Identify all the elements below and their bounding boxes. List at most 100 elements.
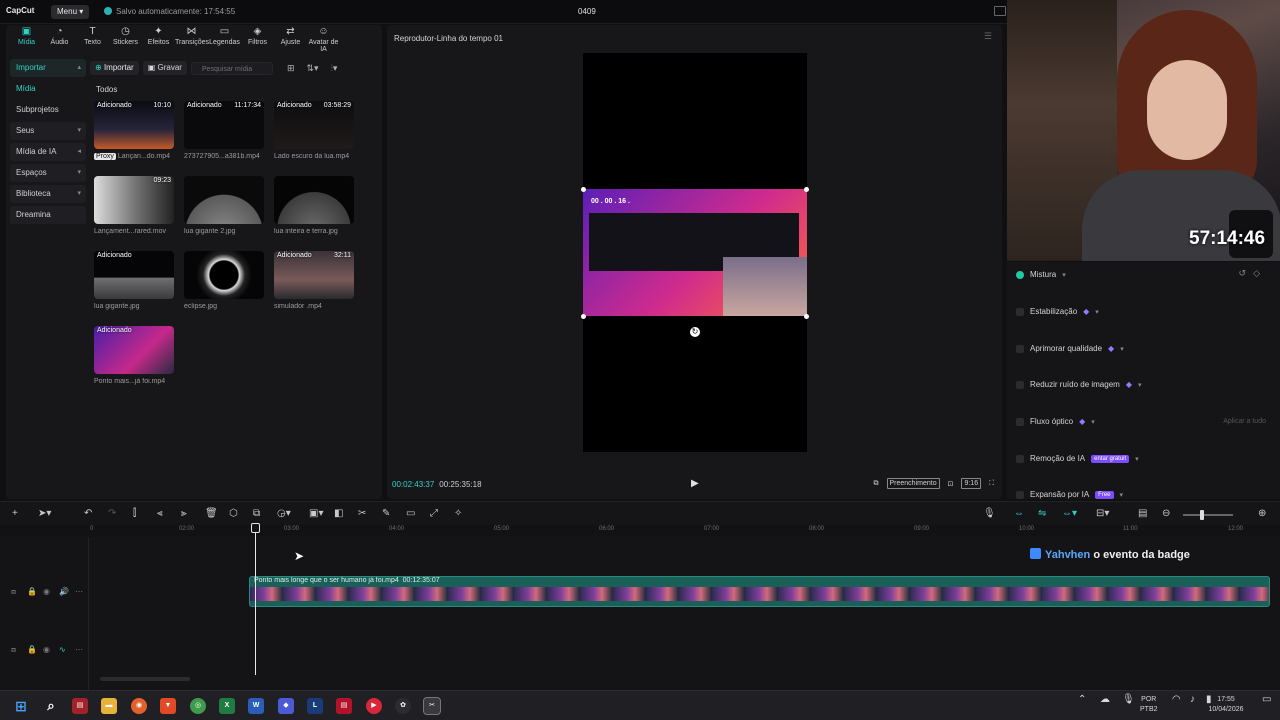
- magic-icon[interactable]: ✎: [382, 508, 390, 519]
- split-icon[interactable]: ⫿: [133, 508, 136, 519]
- file-explorer-icon[interactable]: ▬: [101, 698, 117, 714]
- dropdown-icon[interactable]: ▾: [1120, 345, 1124, 353]
- media-item[interactable]: Adicionado 32:11 simulador .mp4: [274, 251, 354, 310]
- media-thumbnail[interactable]: Adicionado: [94, 251, 174, 299]
- dropdown-icon[interactable]: ▾: [1095, 308, 1099, 316]
- language-indicator[interactable]: POR PTB2: [1140, 695, 1158, 715]
- chevron-icon[interactable]: ▴: [77, 59, 81, 77]
- checkbox[interactable]: [1016, 417, 1024, 426]
- dropdown-icon[interactable]: ▾: [1062, 271, 1066, 279]
- media-thumbnail[interactable]: [274, 176, 354, 224]
- chevron-icon[interactable]: ◂: [77, 143, 81, 161]
- zoom-slider[interactable]: [1183, 514, 1233, 516]
- resize-handle[interactable]: [581, 314, 586, 319]
- media-item[interactable]: Adicionado 10:10 Proxy Lançan...do.mp4: [94, 101, 174, 160]
- sidebar-item-dreamina[interactable]: Dreamina: [10, 206, 86, 224]
- sidebar-item-espaços[interactable]: Espaços ▾: [10, 164, 86, 182]
- mirror-icon[interactable]: ◧: [334, 508, 343, 519]
- caption-toggle-icon[interactable]: ▤: [1138, 508, 1147, 519]
- apply-all-button[interactable]: Aplicar a tudo: [1223, 418, 1266, 425]
- playhead[interactable]: [255, 525, 256, 675]
- promo-badge[interactable]: Free: [1095, 490, 1114, 499]
- media-item[interactable]: Adicionado 03:58:29 Lado escuro da lua.mp4: [274, 101, 354, 160]
- resize-handle[interactable]: [581, 187, 586, 192]
- split-left-icon[interactable]: ⫷: [157, 508, 163, 519]
- crop-tool-icon[interactable]: ⧉: [253, 508, 260, 519]
- sort-icon[interactable]: ⇅▾: [307, 63, 319, 74]
- filter-icon[interactable]: ⫶▾: [331, 63, 338, 74]
- snap-icon[interactable]: ⇔▾: [1062, 508, 1077, 519]
- link-icon[interactable]: ⇔: [1014, 508, 1024, 519]
- search-input[interactable]: Pesquisar mídia: [190, 61, 273, 75]
- taskbar-app-icon[interactable]: ▤: [72, 698, 88, 714]
- play-icon[interactable]: ▶: [691, 478, 699, 489]
- media-item[interactable]: eclipse.jpg: [184, 251, 264, 310]
- property-row[interactable]: Mistura ▾: [1016, 270, 1066, 279]
- media-item[interactable]: Adicionado 11:17:34 273727905...a381b.mp4: [184, 101, 264, 160]
- fill-button[interactable]: Preenchimento: [886, 478, 940, 489]
- timeline-scrollbar[interactable]: [100, 677, 190, 681]
- media-thumbnail[interactable]: Adicionado: [94, 326, 174, 374]
- menu-icon[interactable]: ☰: [984, 31, 992, 42]
- volume-icon[interactable]: ♪: [1190, 695, 1195, 705]
- promo-badge[interactable]: entar gratuit: [1091, 454, 1130, 463]
- delete-icon[interactable]: 🗑: [205, 508, 218, 519]
- time-ruler[interactable]: 0 02:00 03:00 04:00 05:00 06:00 07:00 08:00 09:0…: [0, 525, 1280, 537]
- crop-icon[interactable]: ⧉: [874, 480, 879, 488]
- media-item[interactable]: 09:23 Lançament...rared.mov: [94, 176, 174, 235]
- media-item[interactable]: lua gigante 2.jpg: [184, 176, 264, 235]
- checkbox[interactable]: [1016, 454, 1024, 463]
- tool-captions[interactable]: ▭ Legendas: [208, 25, 241, 49]
- zoom-out-icon[interactable]: ⊖: [1162, 508, 1170, 519]
- focus-icon[interactable]: ⊡: [948, 480, 954, 488]
- marker-icon[interactable]: ⬡: [229, 508, 238, 519]
- app-icon[interactable]: ▶: [366, 698, 382, 714]
- windows-start-icon[interactable]: ⊞: [13, 698, 29, 714]
- media-item[interactable]: Adicionado lua gigante.jpg: [94, 251, 174, 310]
- tray-chevron-icon[interactable]: ⌃: [1078, 695, 1086, 705]
- property-row[interactable]: Estabilização ◆ ▾: [1016, 307, 1099, 316]
- sidebar-item-subprojetos[interactable]: Subprojetos: [10, 101, 86, 119]
- tool-media[interactable]: ▣ Mídia: [10, 25, 43, 49]
- resize-handle[interactable]: [804, 187, 809, 192]
- video-clip[interactable]: Ponto mais longe que o ser humano já foi…: [249, 576, 1270, 607]
- brave-icon[interactable]: ▼: [160, 698, 176, 714]
- property-row[interactable]: Reduzir ruído de imagem ◆ ▾: [1016, 380, 1142, 389]
- clock[interactable]: 17:55 10/04/2026: [1208, 695, 1244, 715]
- checkbox[interactable]: [1016, 270, 1024, 279]
- word-icon[interactable]: W: [248, 698, 264, 714]
- reset-icon[interactable]: ↺: [1238, 268, 1246, 279]
- ai-edit-icon[interactable]: ✂: [358, 508, 366, 519]
- caption-tool-icon[interactable]: ▭: [406, 508, 415, 519]
- notification-icon[interactable]: ▭: [1262, 695, 1271, 705]
- sidebar-item-biblioteca[interactable]: Biblioteca ▾: [10, 185, 86, 203]
- dropdown-icon[interactable]: ▾: [1091, 418, 1095, 426]
- ratio-button[interactable]: 9:16: [961, 478, 982, 489]
- sidebar-item-mídia[interactable]: Mídia: [10, 80, 86, 98]
- property-row[interactable]: Remoção de IA entar gratuit ▾: [1016, 454, 1139, 463]
- preview-canvas[interactable]: 00 . 00 . 16 . ↻: [581, 53, 809, 452]
- menu-button[interactable]: Menu ▾: [51, 5, 90, 19]
- media-thumbnail[interactable]: 09:23: [94, 176, 174, 224]
- media-item[interactable]: Adicionado Ponto mais...já foi.mp4: [94, 326, 174, 385]
- tool-filter[interactable]: ◈ Filtros: [241, 25, 274, 49]
- rotate-icon[interactable]: ↻: [690, 327, 700, 337]
- dropdown-icon[interactable]: ▾: [1138, 381, 1142, 389]
- tool-audio[interactable]: ◔ Áudio: [43, 25, 76, 49]
- chrome-icon[interactable]: ◎: [190, 698, 206, 714]
- resize-handle[interactable]: [804, 314, 809, 319]
- mic-icon[interactable]: 🎙: [1122, 695, 1135, 705]
- video-frame[interactable]: 00 . 00 . 16 .: [583, 189, 807, 316]
- app-icon[interactable]: ◆: [278, 698, 294, 714]
- select-tool-icon[interactable]: ➤▾: [38, 508, 51, 519]
- property-row[interactable]: Aprimorar qualidade ◆ ▾: [1016, 344, 1124, 353]
- chevron-icon[interactable]: ▾: [77, 122, 81, 140]
- fullscreen-icon[interactable]: ⛶: [989, 480, 994, 488]
- keyframe-icon[interactable]: ◇: [1253, 268, 1260, 279]
- zoom-slider-handle[interactable]: [1200, 510, 1204, 520]
- auto-reframe-icon[interactable]: ✧: [454, 508, 462, 519]
- layout-icon[interactable]: [994, 6, 1006, 16]
- sidebar-item-importar[interactable]: Importar ▴: [10, 59, 86, 77]
- app-icon[interactable]: L: [307, 698, 323, 714]
- cloud-icon[interactable]: ☁: [1100, 695, 1110, 705]
